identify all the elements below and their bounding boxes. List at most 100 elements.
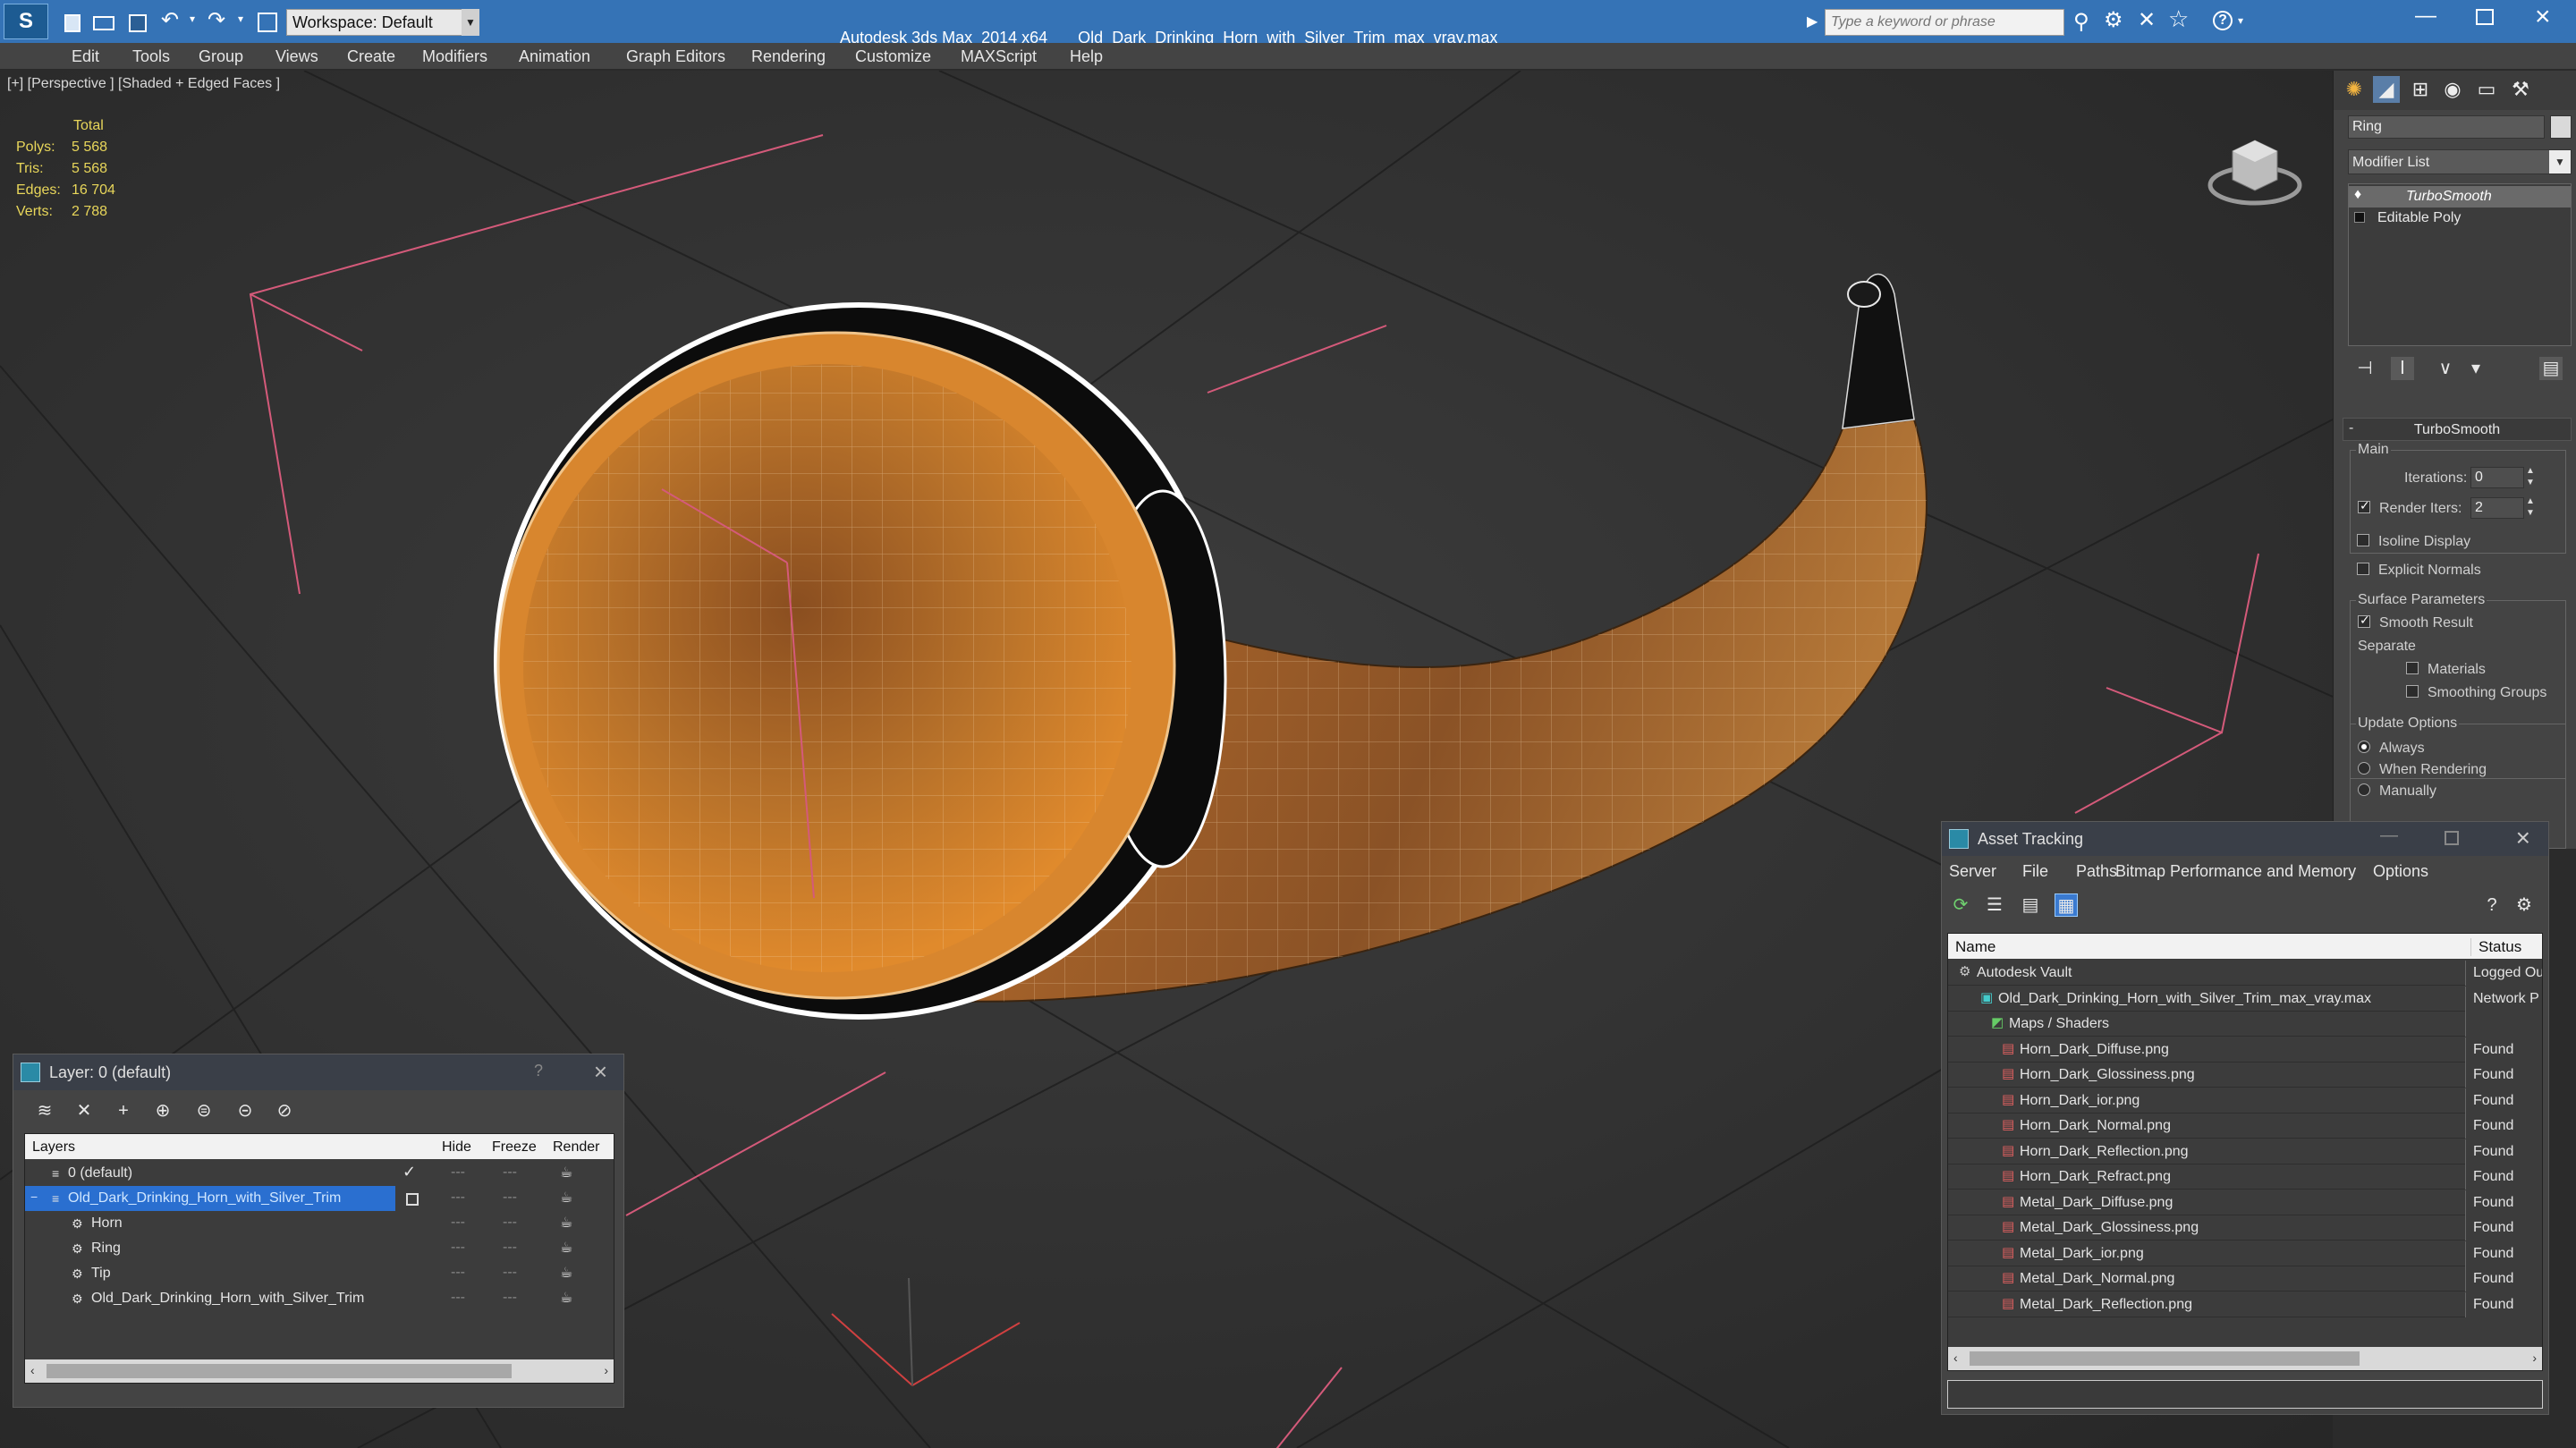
workspace-dropdown[interactable]: Workspace: Default ▼: [286, 9, 479, 36]
render-teapot-icon[interactable]: ☕: [560, 1164, 572, 1181]
manually-radio[interactable]: [2358, 783, 2370, 796]
help-icon[interactable]: ?: [534, 1062, 543, 1080]
asset-row[interactable]: ▤ Horn_Dark_ior.png Found: [1948, 1088, 2542, 1114]
communication-icon[interactable]: ⚙: [2104, 7, 2123, 33]
layer-horizontal-scrollbar[interactable]: ‹ ›: [25, 1359, 614, 1383]
select-objects-icon[interactable]: ⊕: [151, 1099, 174, 1122]
layer-row[interactable]: ⚙ Tip --- --- ☕: [25, 1261, 614, 1286]
status-column-header[interactable]: Status: [2470, 938, 2521, 956]
layers-column-header[interactable]: Layers: [32, 1139, 75, 1156]
save-file-icon[interactable]: [129, 14, 147, 32]
expand-icon[interactable]: [2354, 212, 2365, 223]
close-icon[interactable]: ×: [2516, 824, 2530, 852]
freeze-toggle[interactable]: ---: [503, 1265, 517, 1281]
asset-row[interactable]: ▤ Horn_Dark_Glossiness.png Found: [1948, 1063, 2542, 1088]
menu-rendering[interactable]: Rendering: [751, 43, 826, 70]
help-icon[interactable]: ?: [2480, 893, 2504, 917]
highlight-layer-icon[interactable]: ⊝: [233, 1099, 257, 1122]
hide-toggle[interactable]: ---: [451, 1164, 465, 1181]
asset-row[interactable]: ▤ Horn_Dark_Refract.png Found: [1948, 1164, 2542, 1190]
object-name-input[interactable]: [2348, 115, 2545, 139]
maximize-icon[interactable]: [2445, 831, 2459, 845]
turbosmooth-rollout-header[interactable]: - TurboSmooth: [2343, 418, 2572, 441]
scroll-left-icon[interactable]: ‹: [30, 1363, 35, 1377]
asset-row[interactable]: ▤ Metal_Dark_Normal.png Found: [1948, 1266, 2542, 1291]
current-layer-box[interactable]: [406, 1193, 419, 1206]
hide-column-header[interactable]: Hide: [442, 1139, 471, 1156]
render-teapot-icon[interactable]: ☕: [560, 1189, 572, 1207]
favorites-icon[interactable]: ☆: [2168, 5, 2189, 33]
menu-tools[interactable]: Tools: [132, 43, 170, 70]
new-file-icon[interactable]: [64, 14, 80, 32]
help-dropdown-icon[interactable]: ▾: [2238, 14, 2243, 27]
layer-row[interactable]: ⚙ Old_Dark_Drinking_Horn_with_Silver_Tri…: [25, 1286, 614, 1311]
scroll-thumb[interactable]: [1970, 1351, 2360, 1366]
minimize-icon[interactable]: —: [2380, 826, 2398, 846]
spinner-arrows-icon[interactable]: ▲ ▼: [2526, 465, 2535, 488]
settings-icon[interactable]: ⚙: [2512, 893, 2536, 917]
always-radio[interactable]: [2358, 741, 2370, 753]
lightbulb-icon[interactable]: ♦: [2354, 187, 2361, 203]
configure-sets-icon[interactable]: ▤: [2539, 357, 2563, 380]
select-layer-icon[interactable]: ⊜: [192, 1099, 216, 1122]
asset-window-titlebar[interactable]: Asset Tracking — ×: [1942, 822, 2548, 856]
menu-group[interactable]: Group: [199, 43, 243, 70]
hide-all-layers-icon[interactable]: ⊘: [273, 1099, 296, 1122]
asset-menu-bitmap[interactable]: Bitmap Performance and Memory: [2115, 862, 2356, 881]
spinner-arrows-icon[interactable]: ▲ ▼: [2526, 495, 2535, 519]
render-iters-checkbox[interactable]: [2358, 498, 2370, 513]
asset-menu-server[interactable]: Server: [1949, 862, 1996, 881]
stack-item-turbosmooth[interactable]: ♦ TurboSmooth: [2349, 186, 2571, 207]
show-end-result-icon[interactable]: Ⅰ: [2391, 357, 2414, 380]
scroll-right-icon[interactable]: ›: [2532, 1351, 2537, 1365]
asset-row[interactable]: ▣ Old_Dark_Drinking_Horn_with_Silver_Trim…: [1948, 986, 2542, 1012]
freeze-toggle[interactable]: ---: [503, 1240, 517, 1256]
name-column-header[interactable]: Name: [1955, 938, 1996, 956]
maximize-icon[interactable]: [2476, 9, 2494, 25]
viewport-label[interactable]: [+] [Perspective ] [Shaded + Edged Faces…: [7, 76, 280, 92]
hide-toggle[interactable]: ---: [451, 1290, 465, 1306]
render-iters-spinner[interactable]: [2470, 497, 2524, 519]
layer-window-titlebar[interactable]: Layer: 0 (default) ? ×: [13, 1054, 623, 1090]
hide-toggle[interactable]: ---: [451, 1265, 465, 1281]
menu-views[interactable]: Views: [275, 43, 318, 70]
asset-row[interactable]: ▤ Metal_Dark_ior.png Found: [1948, 1241, 2542, 1266]
search-expand-icon[interactable]: ▶: [1807, 13, 1818, 30]
render-teapot-icon[interactable]: ☕: [560, 1214, 572, 1232]
freeze-toggle[interactable]: ---: [503, 1215, 517, 1231]
list-view-icon[interactable]: ☰: [1983, 893, 2006, 917]
asset-row[interactable]: ⚙ Autodesk Vault Logged Ou: [1948, 961, 2542, 986]
hold-icon[interactable]: [258, 13, 277, 32]
remove-modifier-icon[interactable]: ▾: [2464, 357, 2487, 380]
open-file-icon[interactable]: [93, 16, 114, 30]
freeze-toggle[interactable]: ---: [503, 1290, 517, 1306]
workspace-extra-button[interactable]: ▼: [462, 9, 479, 36]
menu-modifiers[interactable]: Modifiers: [422, 43, 487, 70]
menu-maxscript[interactable]: MAXScript: [961, 43, 1037, 70]
utilities-tab-icon[interactable]: ⚒: [2507, 76, 2534, 103]
asset-row[interactable]: ▤ Metal_Dark_Glossiness.png Found: [1948, 1215, 2542, 1241]
isoline-display-checkbox[interactable]: [2357, 534, 2369, 546]
asset-menu-file[interactable]: File: [2022, 862, 2048, 881]
table-view-icon[interactable]: ▤: [2019, 893, 2042, 917]
freeze-column-header[interactable]: Freeze: [492, 1139, 537, 1156]
add-to-layer-icon[interactable]: +: [112, 1099, 135, 1122]
asset-row[interactable]: ▤ Horn_Dark_Diffuse.png Found: [1948, 1037, 2542, 1063]
delete-layer-icon[interactable]: ✕: [72, 1099, 96, 1122]
layer-row[interactable]: ≡ 0 (default) ✓ --- --- ☕: [25, 1161, 614, 1186]
asset-row[interactable]: ▤ Horn_Dark_Reflection.png Found: [1948, 1139, 2542, 1164]
undo-dropdown-icon[interactable]: ▾: [190, 13, 195, 25]
scroll-thumb[interactable]: [47, 1364, 512, 1378]
asset-menu-options[interactable]: Options: [2373, 862, 2428, 881]
iterations-spinner[interactable]: [2470, 467, 2524, 488]
menu-animation[interactable]: Animation: [519, 43, 590, 70]
search-input[interactable]: [1825, 9, 2064, 36]
asset-row[interactable]: ▤ Metal_Dark_Reflection.png Found: [1948, 1291, 2542, 1317]
asset-horizontal-scrollbar[interactable]: ‹ ›: [1948, 1347, 2542, 1370]
render-column-header[interactable]: Render: [553, 1139, 599, 1156]
materials-checkbox[interactable]: [2406, 662, 2419, 674]
hide-toggle[interactable]: ---: [451, 1240, 465, 1256]
current-layer-check-icon[interactable]: ✓: [402, 1163, 416, 1181]
viewcube-icon[interactable]: [2206, 115, 2304, 214]
hide-toggle[interactable]: ---: [451, 1190, 465, 1206]
